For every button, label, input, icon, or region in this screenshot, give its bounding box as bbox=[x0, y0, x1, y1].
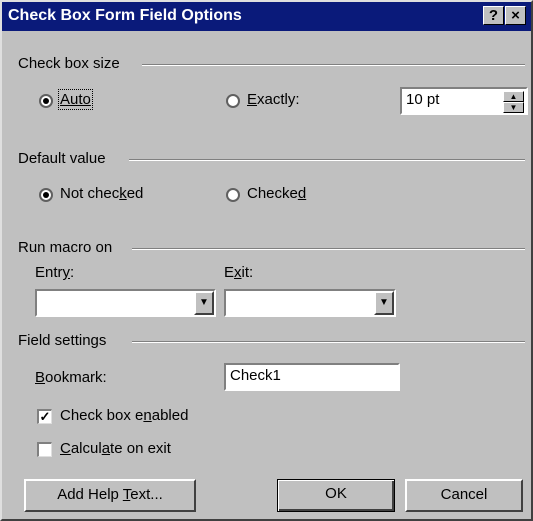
radio-not-checked-label[interactable]: Not checked bbox=[60, 185, 143, 202]
calculate-on-exit-checkbox[interactable] bbox=[37, 442, 52, 457]
radio-checked-label[interactable]: Checked bbox=[247, 185, 306, 202]
radio-exactly[interactable] bbox=[226, 94, 240, 108]
label-part: alcul bbox=[70, 440, 102, 457]
group-label-check-box-size: Check box size bbox=[18, 55, 120, 72]
label-part: it: bbox=[241, 264, 254, 281]
radio-auto[interactable] bbox=[39, 94, 53, 108]
label-accel: x bbox=[234, 264, 242, 281]
label-accel: C bbox=[60, 440, 71, 457]
window-title: Check Box Form Field Options bbox=[8, 7, 242, 24]
check-box-enabled-checkbox[interactable]: ✓ bbox=[37, 409, 52, 424]
label-accel: B bbox=[35, 369, 46, 386]
group-label-default-value: Default value bbox=[18, 150, 106, 167]
label-accel: a bbox=[101, 440, 111, 457]
label-part: abled bbox=[151, 407, 189, 424]
exit-macro-select[interactable]: ▼ bbox=[224, 289, 396, 317]
label-part: Checke bbox=[247, 185, 298, 202]
group-divider bbox=[129, 159, 525, 161]
radio-exactly-text: xactly: bbox=[257, 91, 300, 108]
label-part: ext... bbox=[130, 486, 163, 503]
label-part: ookmark: bbox=[45, 369, 107, 386]
spin-up-icon[interactable]: ▲ bbox=[503, 91, 524, 102]
chevron-down-icon[interactable]: ▼ bbox=[194, 291, 214, 315]
group-label-run-macro-on: Run macro on bbox=[18, 239, 113, 256]
label-part: Add Help bbox=[57, 486, 123, 503]
radio-checked[interactable] bbox=[226, 188, 240, 202]
check-box-enabled-label[interactable]: Check box enabled bbox=[60, 407, 188, 424]
group-label-field-settings: Field settings bbox=[18, 332, 107, 349]
label-part: Entr bbox=[35, 264, 63, 281]
label-part: Check box e bbox=[60, 407, 144, 424]
bookmark-value: Check1 bbox=[230, 367, 281, 384]
group-divider bbox=[132, 341, 525, 343]
label-part: E bbox=[224, 264, 235, 281]
exit-label: Exit: bbox=[224, 264, 253, 281]
group-divider bbox=[142, 64, 525, 66]
ok-button[interactable]: OK bbox=[277, 479, 395, 512]
label-part: Not chec bbox=[60, 185, 120, 202]
label-part: : bbox=[70, 264, 75, 281]
size-spinner[interactable]: 10 pt ▲ ▼ bbox=[400, 87, 528, 115]
spin-down-icon[interactable]: ▼ bbox=[503, 102, 524, 113]
close-button[interactable]: × bbox=[505, 6, 526, 25]
entry-label: Entry: bbox=[35, 264, 74, 281]
spinner-buttons[interactable]: ▲ ▼ bbox=[503, 91, 524, 113]
size-value: 10 pt bbox=[406, 91, 440, 108]
label-accel: n bbox=[143, 407, 152, 424]
add-help-text-button[interactable]: Add Help Text... bbox=[24, 479, 196, 512]
cancel-button[interactable]: Cancel bbox=[405, 479, 523, 512]
group-divider bbox=[132, 248, 525, 250]
chevron-down-icon[interactable]: ▼ bbox=[374, 291, 394, 315]
radio-auto-label[interactable]: Auto bbox=[58, 89, 93, 110]
label-accel: d bbox=[297, 185, 307, 202]
radio-exactly-accel: E bbox=[247, 91, 258, 108]
label-accel: y bbox=[62, 264, 71, 281]
title-bar[interactable]: Check Box Form Field Options ? × bbox=[2, 2, 531, 31]
help-button[interactable]: ? bbox=[483, 6, 504, 25]
bookmark-input[interactable]: Check1 bbox=[224, 363, 400, 391]
radio-not-checked[interactable] bbox=[39, 188, 53, 202]
check-box-form-field-options-dialog: Check Box Form Field Options ? × Check b… bbox=[0, 0, 533, 521]
radio-exactly-label[interactable]: Exactly: bbox=[247, 91, 300, 108]
entry-macro-select[interactable]: ▼ bbox=[35, 289, 216, 317]
label-accel: k bbox=[119, 185, 127, 202]
label-part: te on exit bbox=[110, 440, 171, 457]
bookmark-label: Bookmark: bbox=[35, 369, 107, 386]
calculate-on-exit-label[interactable]: Calculate on exit bbox=[60, 440, 171, 457]
label-part: ed bbox=[126, 185, 144, 202]
